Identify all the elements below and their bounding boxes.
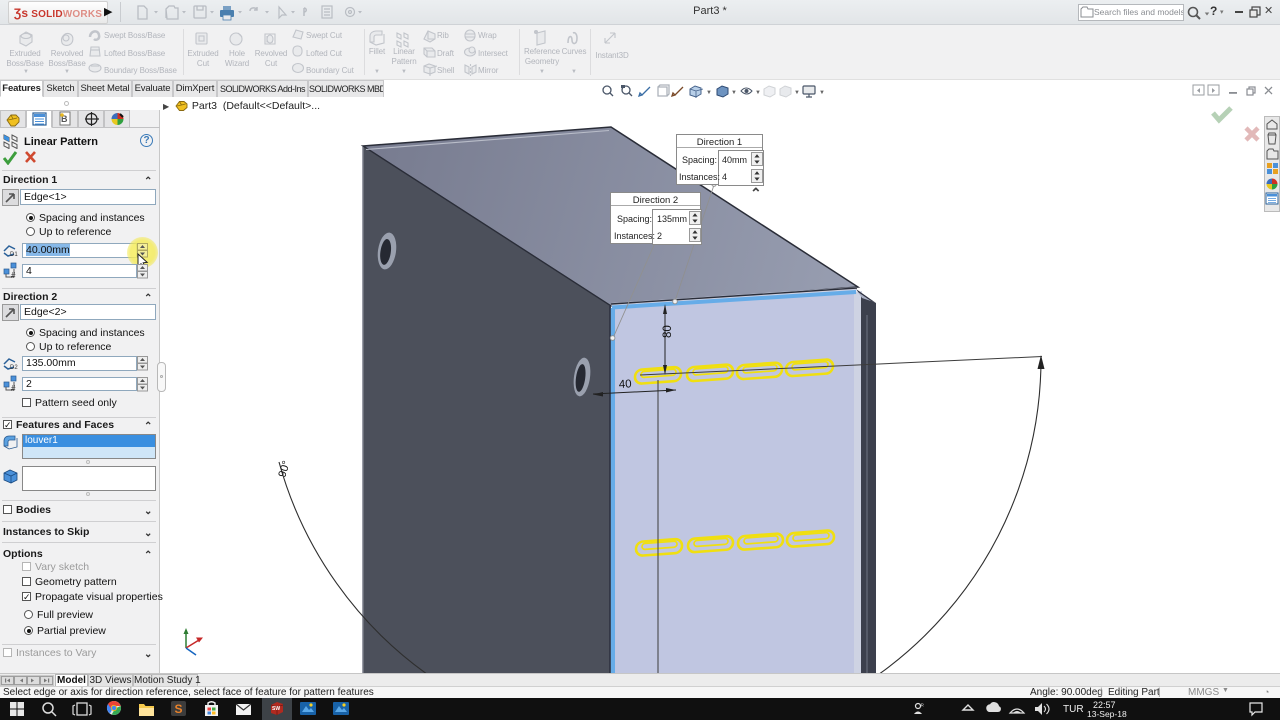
svg-text:ᴿ: ᴿ — [921, 703, 924, 710]
svg-text:▼: ▼ — [819, 90, 825, 96]
svg-text:▼: ▼ — [706, 90, 712, 96]
svg-text:40: 40 — [619, 378, 632, 391]
svg-text:▼: ▼ — [755, 90, 761, 96]
svg-text:SW: SW — [272, 706, 280, 712]
svg-text:S: S — [175, 702, 183, 716]
svg-text:▼: ▼ — [731, 90, 737, 96]
svg-text:TUR: TUR — [1063, 704, 1084, 715]
svg-text:#: # — [11, 384, 16, 392]
svg-text:D1: D1 — [10, 252, 18, 258]
svg-text:D2: D2 — [10, 365, 18, 371]
svg-text:80: 80 — [662, 325, 674, 338]
svg-text:13-Sep-18: 13-Sep-18 — [1087, 709, 1127, 719]
svg-text:▼: ▼ — [794, 90, 800, 96]
svg-text:#: # — [11, 271, 16, 279]
